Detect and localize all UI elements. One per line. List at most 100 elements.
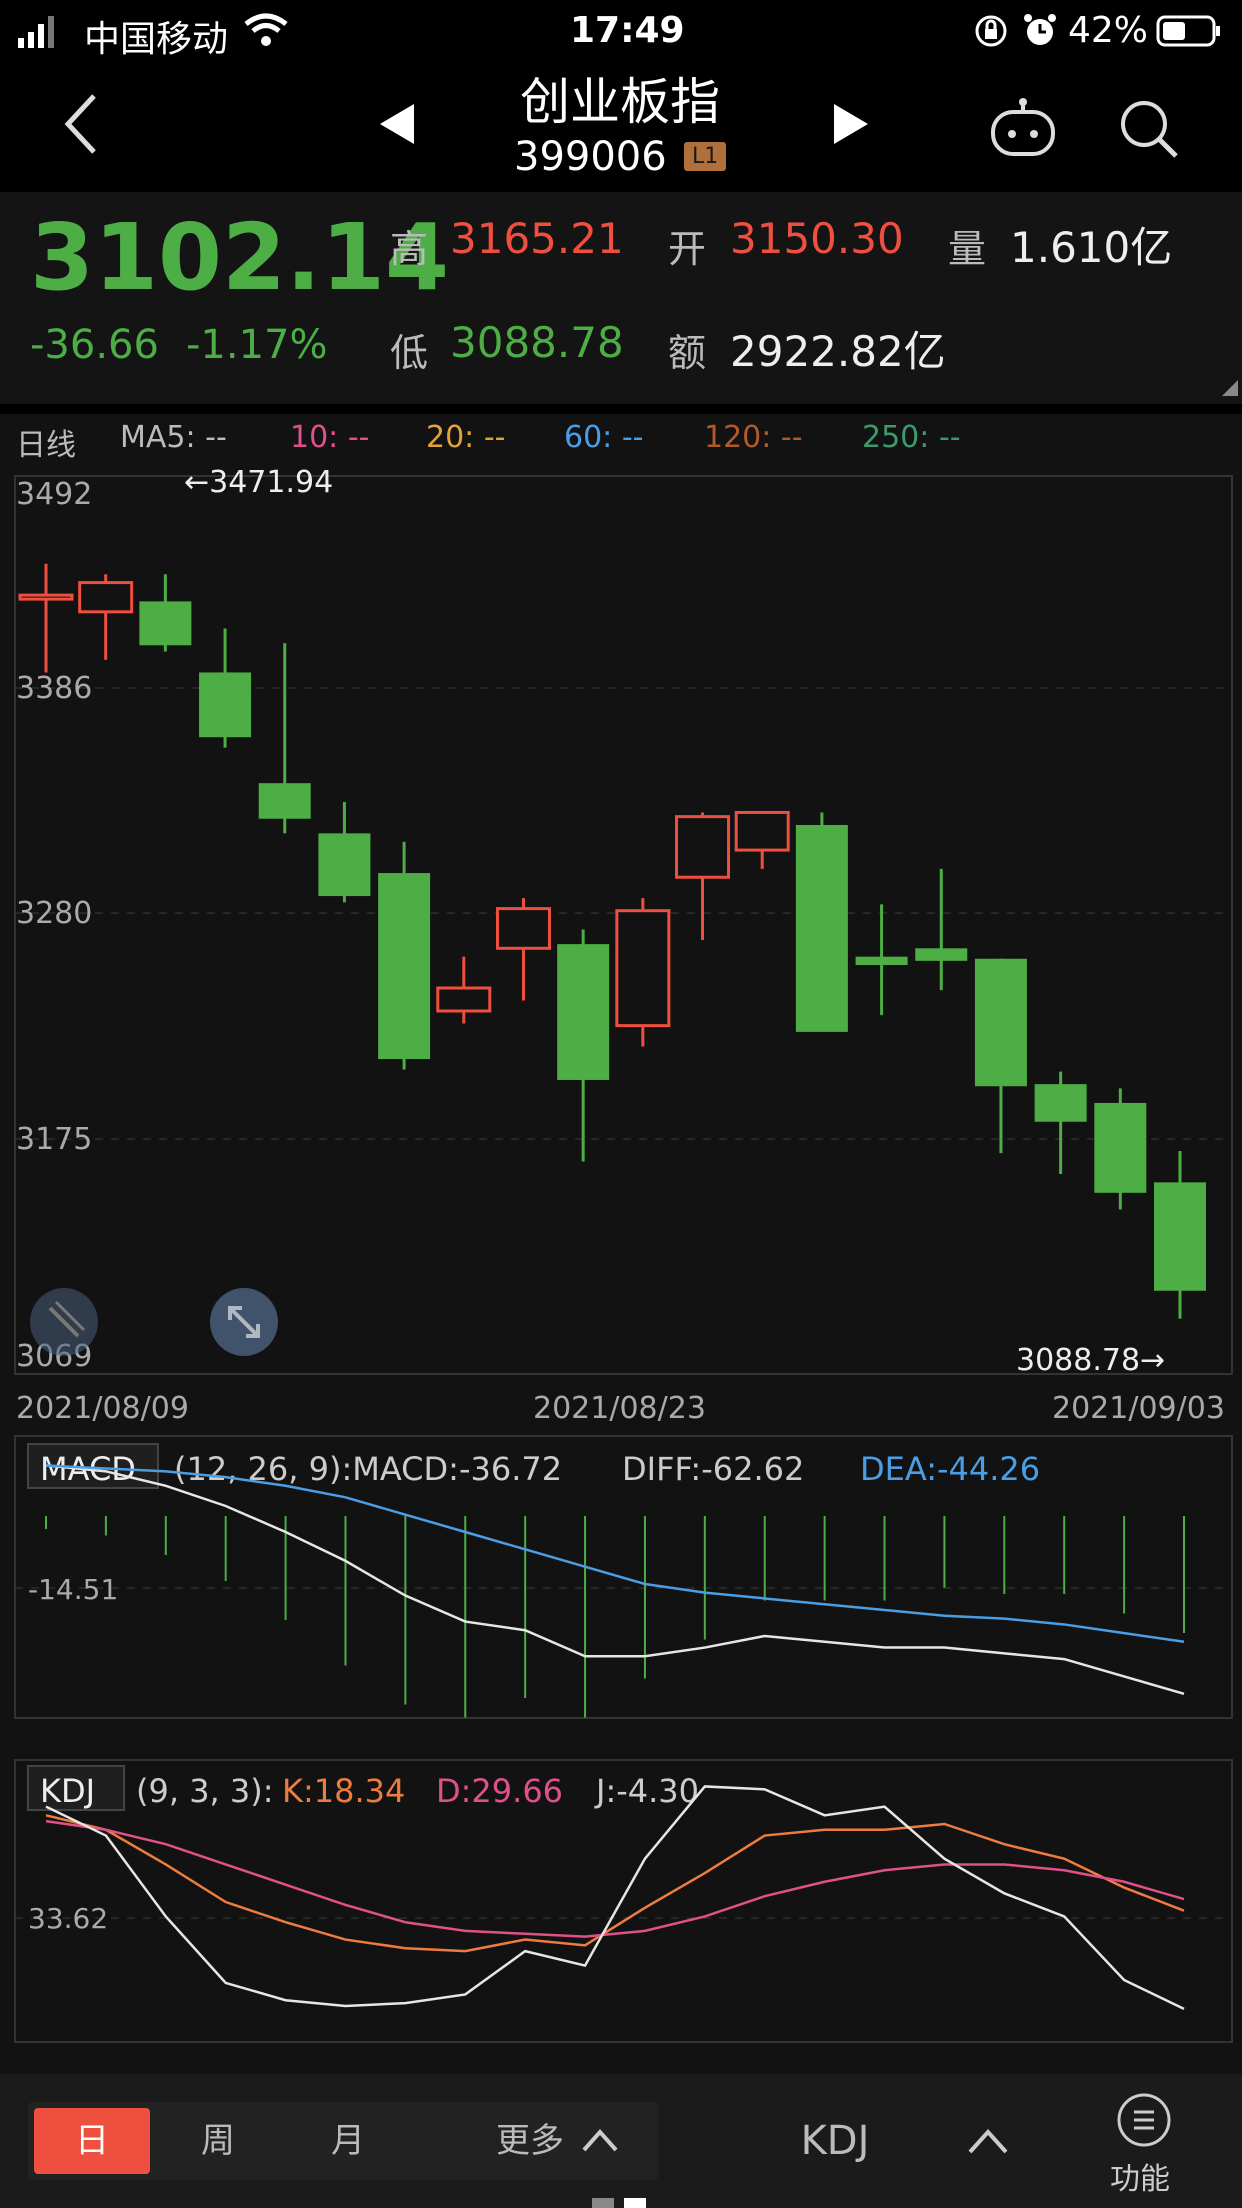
ma20-label: 20: --: [426, 420, 506, 455]
tab-day[interactable]: 日: [34, 2108, 150, 2174]
wifi-icon: [242, 12, 290, 57]
ma250-label: 250: --: [862, 420, 961, 455]
low-value: 3088.78: [450, 318, 624, 367]
amount-value: 2922.82亿: [730, 327, 946, 376]
tab-more[interactable]: 更多: [480, 2108, 580, 2174]
kdj-j-label: J:-4.30: [594, 1772, 699, 1810]
scroll-indicator: [592, 2198, 614, 2208]
candle-body-down: [1154, 1182, 1206, 1291]
candle-body-down: [1034, 1084, 1087, 1122]
candle-body-up: [734, 810, 790, 852]
macd-line-dea: [45, 1464, 1185, 1644]
amount-label: 额: [668, 331, 707, 375]
nav-bar: 创业板指 399006 L1: [0, 62, 1242, 192]
scroll-indicator-active: [624, 2198, 646, 2208]
index-title: 创业板指: [520, 73, 720, 131]
max-price-marker: ←3471.94: [184, 465, 333, 500]
expand-corner-icon[interactable]: [1222, 380, 1238, 400]
tab-month[interactable]: 月: [290, 2108, 406, 2174]
back-icon[interactable]: [60, 92, 100, 160]
y-label-2: 3386: [16, 671, 92, 706]
candle-body-down: [199, 672, 252, 738]
candle-body-down: [318, 833, 371, 897]
ma120-label: 120: --: [704, 420, 803, 455]
period-label: 日线: [16, 428, 76, 463]
level-badge: L1: [684, 142, 727, 171]
candle-body-up: [615, 909, 671, 1028]
robot-icon[interactable]: [988, 98, 1058, 164]
x-label-start: 2021/08/09: [16, 1391, 189, 1424]
bottom-tab-bar: 日 周 月 更多 KDJ 功能: [0, 2074, 1242, 2208]
candle-body-up: [436, 986, 492, 1013]
candle-body-down: [1094, 1102, 1147, 1193]
macd-ref-label: -14.51: [28, 1573, 118, 1606]
alarm-icon: [1022, 12, 1058, 57]
signal-icon: [18, 14, 58, 57]
y-label-3: 3280: [16, 896, 92, 931]
function-label[interactable]: 功能: [1110, 2154, 1170, 2198]
price-change-pct: -1.17%: [186, 322, 328, 368]
pencil-icon: [48, 1300, 86, 1338]
candle-body-up: [495, 907, 551, 950]
chevron-up-icon[interactable]: [582, 2128, 618, 2156]
kdj-line-k: [45, 1814, 1185, 1953]
kdj-chart[interactable]: KDJ (9, 3, 3): K:18.34 D:29.66 J:-4.30 3…: [0, 1748, 1242, 2058]
kline-chart[interactable]: 3492 3386 3280 3175 3069 ←3471.94 3088.7…: [0, 464, 1242, 1424]
fullscreen-button[interactable]: [210, 1288, 278, 1356]
battery-percent: 42%: [1068, 10, 1149, 51]
candle-body-up: [78, 581, 134, 614]
candle-body-up: [18, 593, 74, 601]
y-label-4: 3175: [16, 1122, 92, 1157]
kdj-d-label: D:29.66: [436, 1772, 563, 1810]
menu-icon[interactable]: [1116, 2092, 1172, 2152]
macd-dea-label: DEA:-44.26: [860, 1450, 1040, 1488]
battery-icon: [1156, 14, 1222, 57]
quote-panel: 3102.14 -36.66 -1.17% 高 3165.21 开 3150.3…: [0, 192, 1242, 404]
macd-diff-label: DIFF:-62.62: [622, 1450, 804, 1488]
candle-body-down: [974, 958, 1027, 1087]
candle-body-down: [557, 944, 610, 1080]
search-icon[interactable]: [1118, 98, 1180, 164]
volume-label: 量: [948, 227, 987, 271]
indicator-chevron-up-icon[interactable]: [968, 2128, 1008, 2158]
indicator-selector[interactable]: KDJ: [770, 2108, 900, 2174]
ma60-label: 60: --: [564, 420, 644, 455]
next-arrow-icon[interactable]: [832, 102, 870, 150]
kdj-ref-label: 33.62: [28, 1902, 108, 1935]
low-label: 低: [390, 331, 429, 375]
candle-body-down: [855, 956, 908, 966]
candle-body-down: [915, 948, 968, 961]
ma10-label: 10: --: [290, 420, 370, 455]
x-label-mid: 2021/08/23: [533, 1391, 706, 1424]
open-label: 开: [668, 227, 707, 271]
candle-body-down: [139, 601, 192, 646]
index-code: 399006: [514, 134, 667, 180]
ma5-label: MA5: --: [120, 420, 227, 455]
volume-value: 1.610亿: [1010, 223, 1173, 272]
prev-arrow-icon[interactable]: [378, 102, 416, 150]
carrier-name: 中国移动: [84, 19, 229, 60]
open-value: 3150.30: [730, 214, 904, 263]
status-bar: 中国移动 17:49 42%: [0, 0, 1242, 62]
orientation-lock-icon: [974, 14, 1008, 57]
candle-body-up: [675, 815, 731, 879]
chart-area: 日线 MA5: -- 10: -- 20: -- 60: -- 120: -- …: [0, 414, 1242, 2074]
kdj-title: KDJ: [40, 1772, 95, 1810]
kdj-line-d: [45, 1819, 1185, 1938]
macd-params: (12, 26, 9):MACD:-36.72: [174, 1450, 562, 1488]
high-value: 3165.21: [450, 214, 624, 263]
macd-chart[interactable]: MACD (12, 26, 9):MACD:-36.72 DIFF:-62.62…: [0, 1424, 1242, 1734]
price-change: -36.66: [30, 322, 159, 368]
candle-body-down: [258, 783, 311, 819]
min-price-marker: 3088.78→: [1016, 1343, 1165, 1378]
kdj-params: (9, 3, 3):: [136, 1772, 274, 1810]
x-label-end: 2021/09/03: [1052, 1391, 1225, 1424]
clock-time: 17:49: [570, 10, 685, 51]
draw-tool-button[interactable]: [30, 1288, 98, 1356]
current-price: 3102.14: [30, 204, 450, 311]
macd-line-diff: [45, 1464, 1185, 1695]
candle-body-down: [378, 873, 431, 1060]
candle-body-down: [795, 825, 848, 1032]
kdj-k-label: K:18.34: [282, 1772, 405, 1810]
tab-week[interactable]: 周: [160, 2108, 276, 2174]
